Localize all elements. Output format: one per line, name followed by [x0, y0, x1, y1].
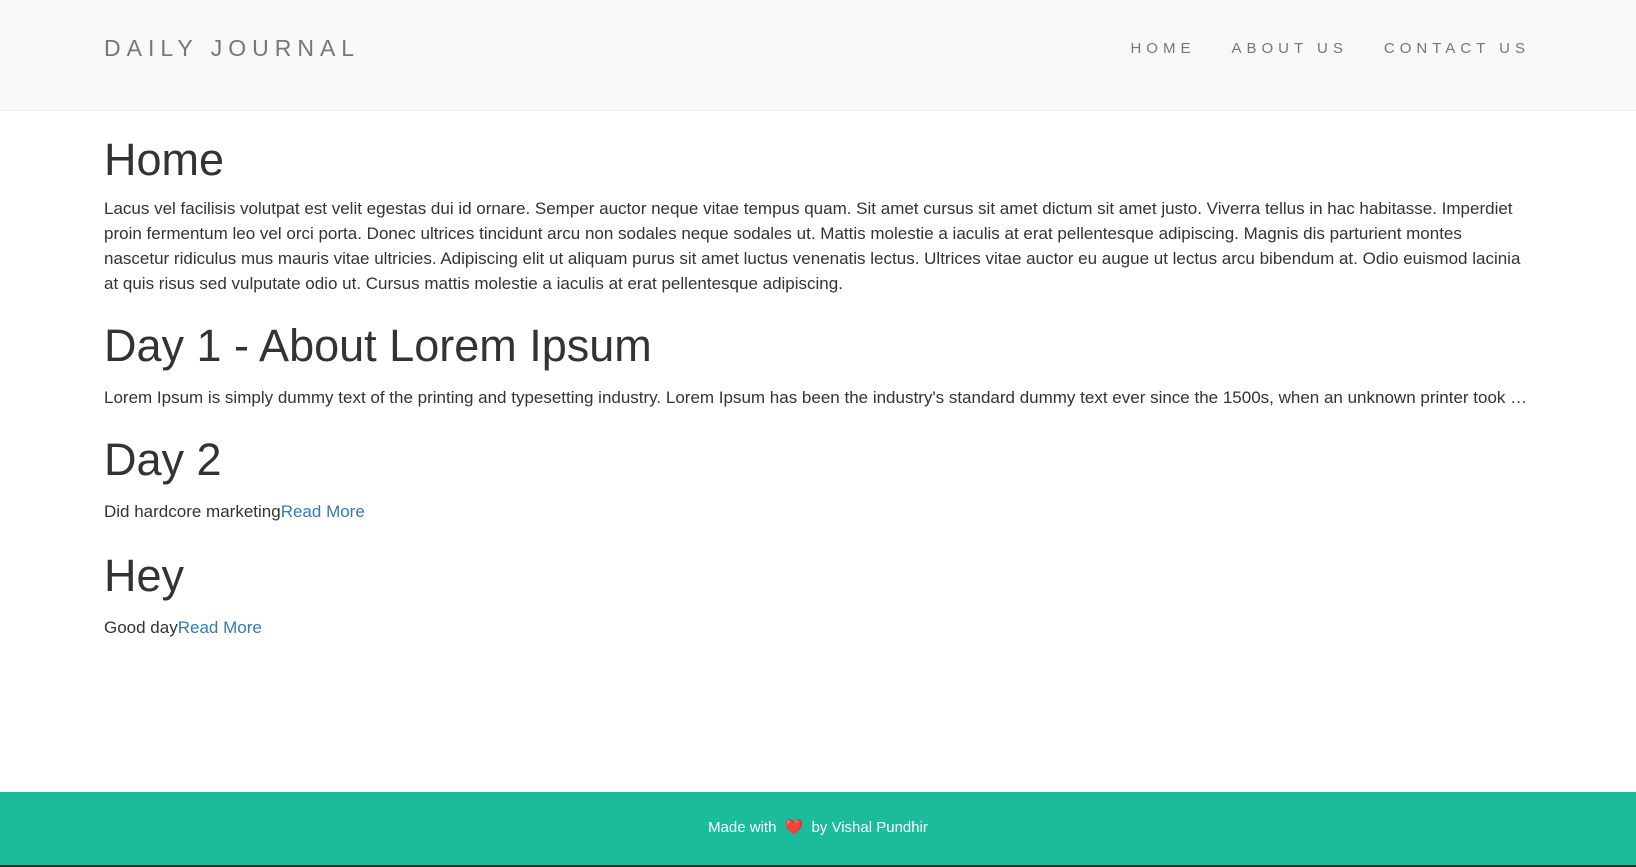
brand-link[interactable]: DAILY JOURNAL — [104, 34, 360, 62]
post-excerpt-day-2: Did hardcore marketingRead More — [104, 499, 1528, 524]
post-title-day-1: Day 1 - About Lorem Ipsum — [104, 320, 652, 371]
post-body-day-1: Lorem Ipsum is simply dummy text of the … — [104, 388, 1528, 407]
nav-item-about: ABOUT US — [1195, 39, 1347, 59]
nav-link-home[interactable]: HOME — [1130, 39, 1195, 59]
footer: Made with ❤️ by Vishal Pundhir — [0, 792, 1636, 867]
nav-item-contact: CONTACT US — [1348, 39, 1530, 59]
post-body-day-2: Did hardcore marketing — [104, 502, 281, 521]
post-excerpt-hey: Good dayRead More — [104, 615, 1528, 640]
footer-prefix: Made with — [708, 819, 777, 836]
footer-credit: Made with ❤️ by Vishal Pundhir — [0, 818, 1636, 838]
read-more-link-day-2[interactable]: Read More — [281, 502, 365, 521]
footer-suffix: by Vishal Pundhir — [811, 819, 928, 836]
home-paragraph: Lacus vel facilisis volutpat est velit e… — [104, 199, 1521, 293]
post-title-day-2: Day 2 — [104, 434, 222, 485]
nav-link-contact-us[interactable]: CONTACT US — [1384, 39, 1530, 59]
page-title: Home — [104, 134, 225, 185]
navbar: DAILY JOURNAL HOME ABOUT US CONTACT US — [0, 0, 1636, 111]
main-content: Home Lacus vel facilisis volutpat est ve… — [104, 110, 1528, 640]
heart-icon: ❤️ — [784, 819, 804, 836]
nav-item-home: HOME — [1094, 39, 1195, 59]
nav-links: HOME ABOUT US CONTACT US — [1094, 39, 1530, 59]
post-body-hey: Good day — [104, 618, 178, 637]
post-title-hey: Hey — [104, 550, 185, 601]
nav-link-about-us[interactable]: ABOUT US — [1231, 39, 1347, 59]
read-more-link-hey[interactable]: Read More — [178, 618, 262, 637]
